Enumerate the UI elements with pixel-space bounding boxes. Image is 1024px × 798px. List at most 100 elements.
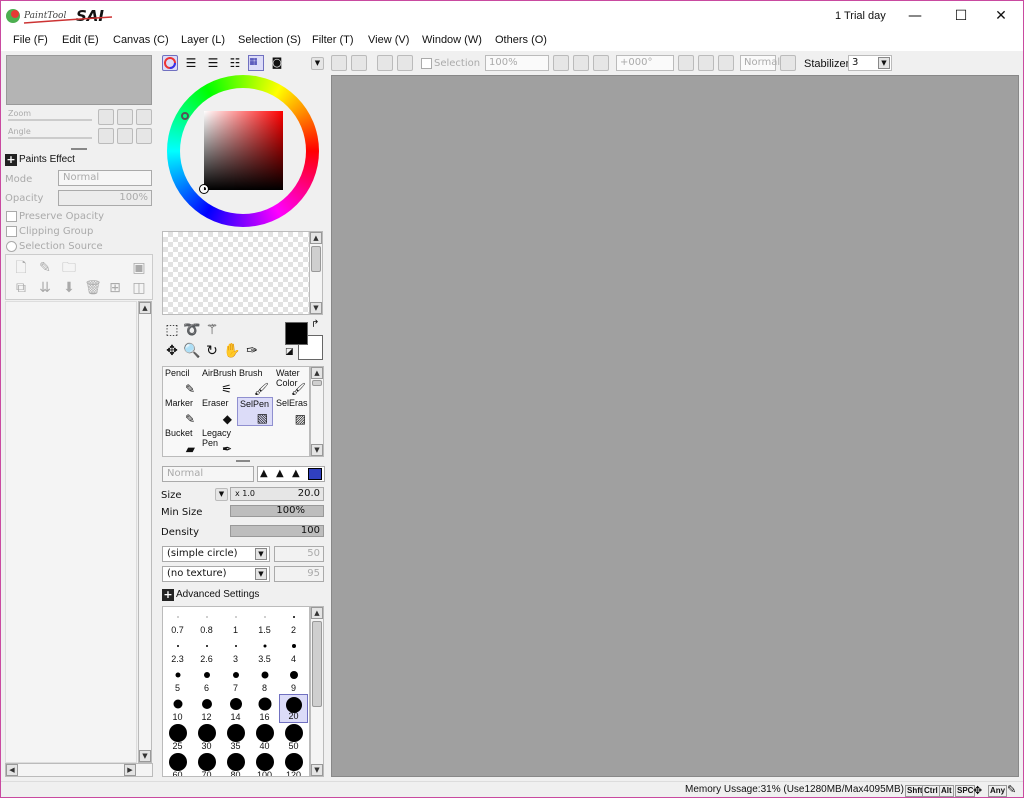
opacity-slider[interactable]: 100% (58, 190, 152, 206)
rgb-slider-tab-icon[interactable]: ☰ (182, 54, 200, 72)
saturation-value-square[interactable] (204, 111, 283, 190)
brush-size-preset[interactable]: 0.7 (163, 607, 192, 636)
rotate-reset-button[interactable] (136, 128, 152, 144)
copy-layer-icon[interactable]: ⧉ (12, 279, 30, 297)
brush-size-preset[interactable]: 60 (163, 752, 192, 776)
eyedropper-icon[interactable]: ✑ (243, 342, 261, 360)
scroll-right-arrow[interactable]: ▶ (124, 764, 136, 776)
zoom-in-button[interactable] (117, 109, 133, 125)
edge-medium-icon[interactable]: ▲ (276, 468, 284, 479)
scroll-thumb[interactable] (312, 380, 322, 386)
rotate-right-toolbar-button[interactable] (698, 55, 714, 71)
brush-size-preset[interactable]: 25 (163, 723, 192, 752)
preserve-opacity-checkbox[interactable] (6, 211, 17, 222)
show-selection-checkbox[interactable] (421, 58, 432, 69)
brush-size-preset[interactable]: 2.6 (192, 636, 221, 665)
zoom-out-button[interactable] (98, 109, 114, 125)
rotate-icon[interactable]: ↻ (203, 342, 221, 360)
zoom-select[interactable]: 100% (485, 55, 549, 71)
brush-size-preset[interactable]: 80 (221, 752, 250, 776)
tool-legacy-pen[interactable]: Legacy Pen ✒ (200, 427, 236, 456)
brush-size-preset[interactable]: 120 (279, 752, 308, 776)
brush-size-preset[interactable]: 2.3 (163, 636, 192, 665)
flip-view-button[interactable] (780, 55, 796, 71)
hsv-slider-tab-icon[interactable]: ☰ (204, 54, 222, 72)
tool-selpen[interactable]: SelPen ▧ (237, 397, 273, 426)
new-folder-icon[interactable]: 🗀 (60, 259, 78, 277)
navigator-preview[interactable] (6, 55, 152, 105)
deselect-button[interactable] (377, 55, 393, 71)
rect-select-icon[interactable]: ⬚ (163, 321, 181, 339)
brush-texture-select[interactable]: (no texture) ▼ (162, 566, 270, 582)
brush-size-preset[interactable]: 6 (192, 665, 221, 694)
brush-size-preset[interactable]: 3.5 (250, 636, 279, 665)
min-size-slider[interactable]: 100% (230, 505, 324, 517)
brush-blend-select[interactable]: Normal (162, 466, 254, 482)
primary-color-swatch[interactable] (285, 322, 308, 345)
panel-menu-button[interactable]: ▼ (311, 57, 324, 70)
brush-size-preset[interactable]: 50 (279, 723, 308, 752)
size-dropdown-button[interactable]: ▼ (215, 488, 228, 501)
invert-selection-button[interactable] (397, 55, 413, 71)
transparent-color-icon[interactable]: ◪ (285, 347, 294, 357)
angle-select[interactable]: +000° (616, 55, 674, 71)
zoom-reset-toolbar-button[interactable] (593, 55, 609, 71)
brush-size-preset[interactable]: 0.8 (192, 607, 221, 636)
canvas-area[interactable] (331, 75, 1019, 777)
angle-slider[interactable] (8, 137, 92, 139)
layer-list[interactable] (5, 301, 137, 763)
rotate-reset-toolbar-button[interactable] (718, 55, 734, 71)
scroll-up-arrow[interactable]: ▲ (311, 367, 323, 379)
layer-list-hscrollbar[interactable]: ◀ ▶ (5, 763, 153, 777)
scroll-down-arrow[interactable]: ▼ (310, 302, 322, 314)
color-cursor-icon[interactable] (199, 184, 209, 194)
color-swatches[interactable] (162, 231, 310, 315)
tool-bucket[interactable]: Bucket ▰ (163, 427, 199, 456)
transfer-layer-icon[interactable]: ⇊ (36, 279, 54, 297)
tool-airbrush[interactable]: AirBrush ⚟ (200, 367, 237, 396)
panel-splitter[interactable] (236, 460, 250, 462)
menu-filter[interactable]: Filter (T) (312, 34, 354, 46)
brush-size-preset[interactable]: 4 (279, 636, 308, 665)
tool-watercolor[interactable]: Water Color 🖌 (274, 367, 310, 396)
tool-seleras[interactable]: SelEras ▨ (274, 397, 310, 426)
brush-size-preset[interactable]: 1.5 (250, 607, 279, 636)
advanced-settings-expand-icon[interactable]: + (162, 589, 174, 601)
hand-icon[interactable]: ✋ (223, 342, 241, 360)
menu-others[interactable]: Others (O) (495, 34, 547, 46)
scroll-down-arrow[interactable]: ▼ (139, 750, 151, 762)
layer-mask-icon[interactable]: ▣ (130, 259, 148, 277)
edge-hard-icon[interactable]: ▲ (260, 468, 268, 479)
menu-view[interactable]: View (V) (368, 34, 409, 46)
presets-scrollbar[interactable]: ▲ ▼ (310, 606, 324, 777)
clear-layer-icon[interactable]: ◫ (130, 279, 148, 297)
paints-effect-expand-icon[interactable]: + (5, 154, 17, 166)
brush-size-preset[interactable]: 12 (192, 694, 221, 723)
color-bar-tab-icon[interactable]: ☷ (226, 54, 244, 72)
hue-cursor-icon[interactable] (181, 112, 189, 120)
move-icon[interactable]: ✥ (163, 342, 181, 360)
brush-size-preset[interactable]: 20 (279, 694, 308, 723)
close-button[interactable]: ✕ (978, 1, 1023, 31)
brush-size-preset[interactable]: 70 (192, 752, 221, 776)
rotate-left-toolbar-button[interactable] (678, 55, 694, 71)
tool-marker[interactable]: Marker ✎ (163, 397, 199, 426)
brush-size-preset[interactable]: 9 (279, 665, 308, 694)
brush-size-preset[interactable]: 40 (250, 723, 279, 752)
brush-shape-strength[interactable]: 50 (274, 546, 324, 562)
zoom-icon[interactable]: 🔍 (183, 342, 201, 360)
zoom-reset-button[interactable] (136, 109, 152, 125)
rotate-left-button[interactable] (98, 128, 114, 144)
brush-size-preset[interactable]: 7 (221, 665, 250, 694)
brush-size-preset[interactable]: 100 (250, 752, 279, 776)
swatches-tab[interactable]: ▦ (248, 55, 264, 71)
menu-selection[interactable]: Selection (S) (238, 34, 301, 46)
scroll-up-arrow[interactable]: ▲ (311, 607, 323, 619)
zoom-out-toolbar-button[interactable] (553, 55, 569, 71)
undo-button[interactable] (331, 55, 347, 71)
brush-size-preset[interactable]: 10 (163, 694, 192, 723)
menu-file[interactable]: File (F) (13, 34, 48, 46)
new-layer-icon[interactable]: 🗋 (12, 259, 30, 277)
edge-square-icon[interactable] (308, 468, 322, 480)
rotate-right-button[interactable] (117, 128, 133, 144)
